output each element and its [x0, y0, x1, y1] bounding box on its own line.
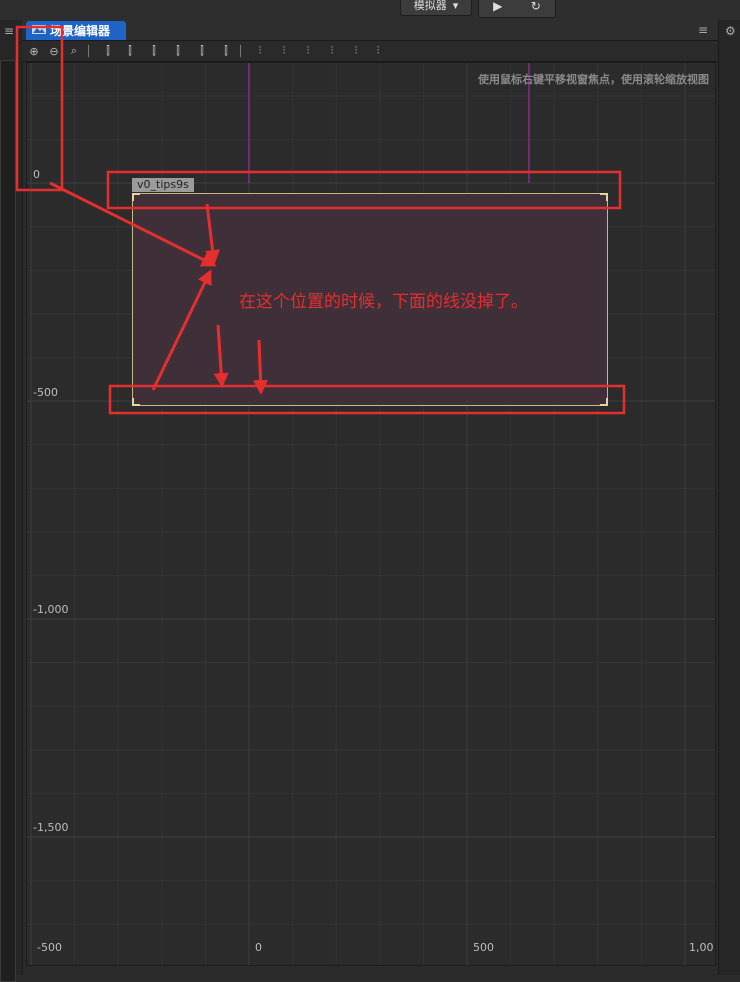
align-bottom-icon[interactable]: ⫿	[218, 43, 234, 59]
distribute-left-icon[interactable]: ⫶	[324, 43, 340, 59]
distribute-vcenter-icon[interactable]: ⫶	[276, 43, 292, 59]
right-dock-panel: ⚙	[718, 20, 740, 975]
viewport-hint: 使用鼠标右键平移视窗焦点，使用滚轮缩放视图	[478, 73, 709, 86]
toolbar-separator	[240, 45, 241, 57]
distribute-top-icon[interactable]: ⫶	[252, 43, 268, 59]
y-axis-label: -500	[33, 386, 58, 399]
editor-tab-bar: 场景编辑器 ≡	[22, 20, 718, 41]
resize-handle-bottom-left[interactable]	[132, 398, 140, 406]
distribute-hcenter-icon[interactable]: ⫶	[348, 43, 364, 59]
zoom-reset-icon[interactable]: ⌕	[66, 43, 82, 59]
gear-icon[interactable]: ⚙	[725, 24, 736, 38]
toolbar-separator	[88, 45, 89, 57]
left-dock-panel: ≡	[0, 20, 23, 982]
y-axis-label: -1,500	[33, 821, 69, 834]
y-axis-label: 0	[33, 168, 40, 181]
x-axis-label: 500	[473, 941, 494, 954]
chevron-down-icon: ▾	[452, 0, 459, 12]
align-vcenter-icon[interactable]: ⫿	[194, 43, 210, 59]
align-top-icon[interactable]: ⫿	[170, 43, 186, 59]
zoom-in-icon[interactable]: ⊕	[26, 43, 42, 59]
align-hcenter-icon[interactable]: ⫿	[122, 43, 138, 59]
tab-label: 场景编辑器	[50, 24, 111, 38]
x-axis-label: 1,00	[689, 941, 714, 954]
align-right-icon[interactable]: ⫿	[146, 43, 162, 59]
preview-controls: ▶ ↻	[478, 0, 556, 18]
tab-scene-editor[interactable]: 场景编辑器	[26, 21, 126, 40]
tab-menu-icon[interactable]: ≡	[698, 23, 708, 37]
x-axis-label: 0	[255, 941, 262, 954]
play-icon[interactable]: ▶	[493, 0, 502, 13]
left-panel-content	[0, 60, 16, 982]
refresh-icon[interactable]: ↻	[531, 0, 541, 13]
resize-handle-top-left[interactable]	[132, 193, 140, 201]
y-axis-label: -1,000	[33, 603, 69, 616]
resize-handle-bottom-right[interactable]	[600, 398, 608, 406]
panel-menu-icon[interactable]: ≡	[4, 24, 14, 38]
scene-toolbar: ⊕ ⊖ ⌕ ⫿ ⫿ ⫿ ⫿ ⫿ ⫿ ⫶ ⫶ ⫶ ⫶ ⫶ ⫶	[22, 41, 718, 62]
distribute-bottom-icon[interactable]: ⫶	[300, 43, 316, 59]
distribute-right-icon[interactable]: ⫶	[370, 43, 386, 59]
x-axis-label: -500	[37, 941, 62, 954]
annotation-text: 在这个位置的时候，下面的线没掉了。	[239, 292, 528, 312]
align-left-icon[interactable]: ⫿	[100, 43, 116, 59]
node-name-label: v0_tips9s	[132, 178, 194, 192]
zoom-out-icon[interactable]: ⊖	[46, 43, 62, 59]
resize-handle-top-right[interactable]	[600, 193, 608, 201]
simulator-dropdown[interactable]: 模拟器 ▾	[400, 0, 472, 16]
scene-viewport[interactable]: 使用鼠标右键平移视窗焦点，使用滚轮缩放视图 0 -500 -1,000 -1,5…	[26, 62, 716, 966]
scene-icon	[32, 24, 46, 38]
simulator-label: 模拟器	[413, 0, 447, 12]
top-bar: 模拟器 ▾ ▶ ↻	[0, 0, 740, 20]
